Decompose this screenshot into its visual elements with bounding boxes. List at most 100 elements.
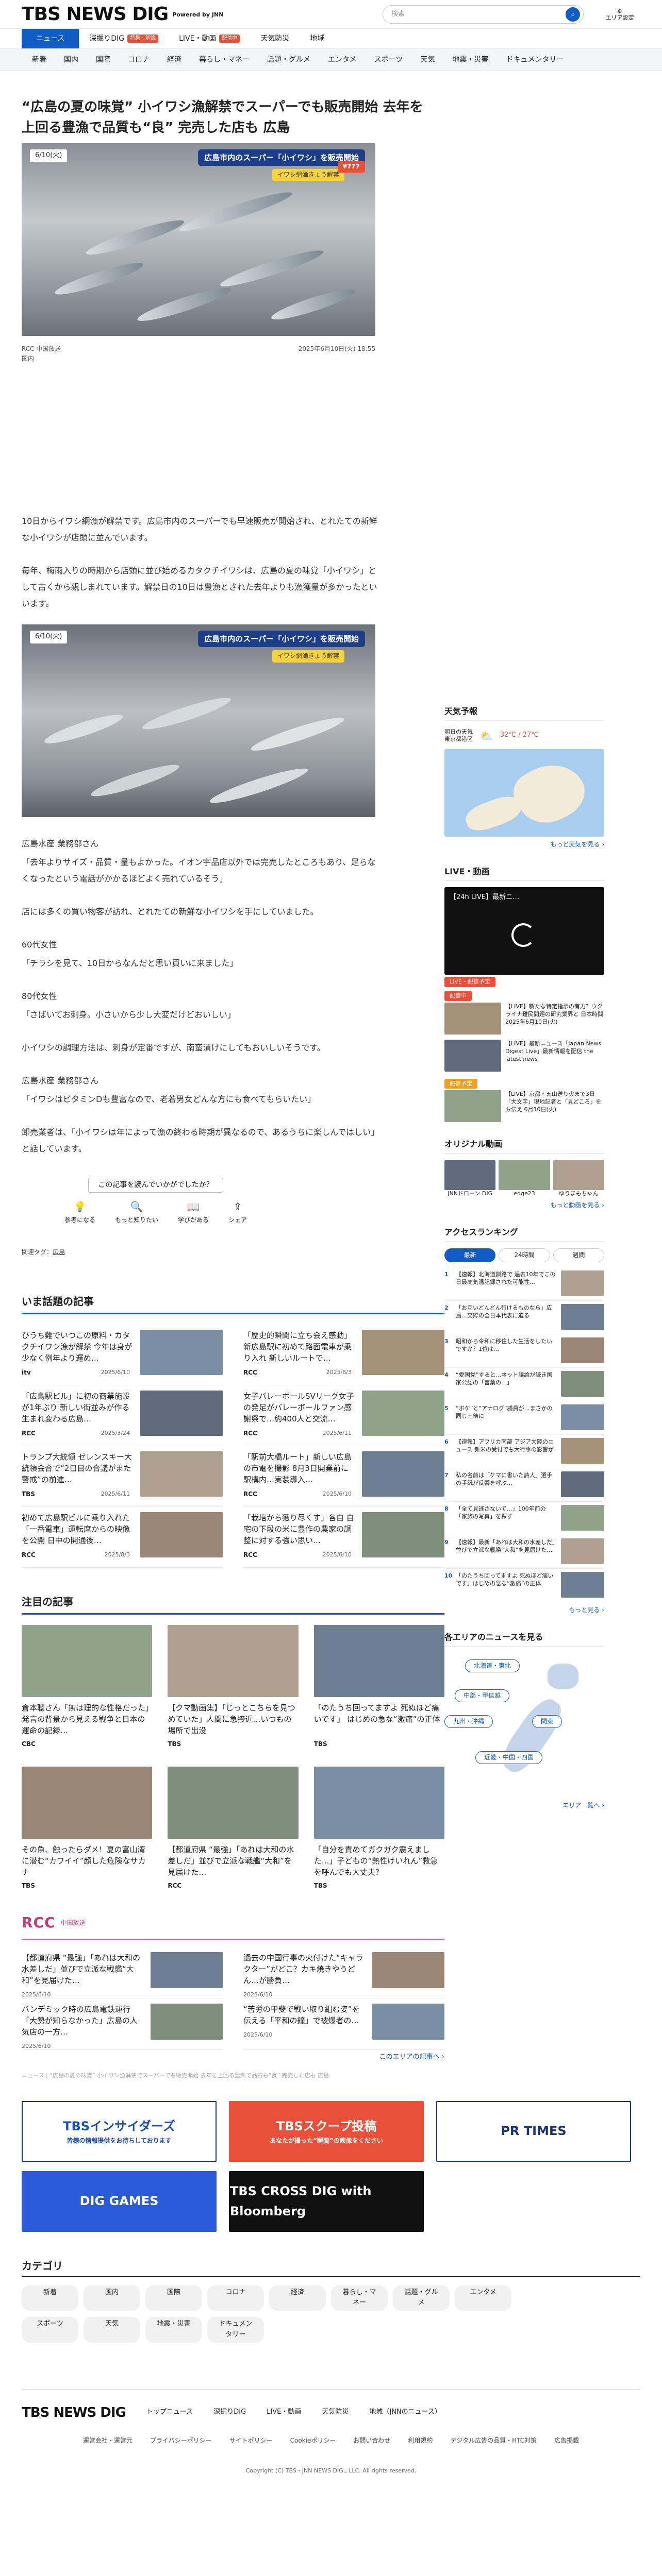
article-source[interactable]: RCC 中国放送 [22,344,61,354]
ranking-item[interactable]: 2 「お互いどんどん行けるものなら」広島…交際の全日本代表に迫る [444,1301,604,1334]
live-item[interactable]: 【LIVE】最新ニュース「Japan News Digest Live」最新情報… [444,1039,604,1072]
search-input[interactable]: 検索 ⌕ [383,5,584,24]
ranking-item[interactable]: 1 【速報】北海道釧路で 過去10年でこの日最高気温記録された可能性… [444,1267,604,1301]
attention-card[interactable]: その魚、触ったらダメ！夏の富山湾に潜む“カワイイ”顔した危険なサカナ TBS [22,1767,153,1891]
original-video-item[interactable]: edge23 [499,1160,550,1197]
footer-link[interactable]: 地域（JNNのニュース） [369,2407,441,2418]
promo-banner[interactable]: TBSスクープ投稿 あなたが撮った“瞬間”の映像をください [229,2100,424,2162]
original-video-item[interactable]: ゆりまもちゃん [553,1160,604,1197]
category-chip[interactable]: 国内 [84,2285,140,2311]
footer-link[interactable]: 運営会社・運営元 [83,2436,133,2446]
footer-link[interactable]: LIVE・動画 [267,2407,301,2418]
live-item[interactable]: 【LIVE】新たな特定指示の有力？ウクライナ難民問題の研究業界と 日本時間202… [444,1002,604,1035]
trending-card[interactable]: 「広島駅ビル」に初の商業施設が1年ぶり 新しい街並みが作る生まれ変わる広島… RC… [22,1385,223,1446]
reaction-button[interactable]: ⇪ シェア [228,1201,247,1225]
category-nav-item[interactable]: 経済 [167,54,181,65]
attention-card[interactable]: 「自分を責めてガクガク震えました…」子どもの“熱性けいれん”救急を呼んでも大丈夫… [313,1767,444,1891]
category-chip[interactable]: 暮らし・マネー [331,2285,388,2311]
category-chip[interactable]: 経済 [269,2285,326,2311]
article-category[interactable]: 国内 [22,354,424,364]
region-button[interactable]: 九州・沖縄 [444,1715,493,1728]
footer-link[interactable]: 天気防災 [322,2407,349,2418]
category-nav-item[interactable]: コロナ [128,54,150,65]
region-button[interactable]: 関東 [532,1715,562,1728]
ranking-more-link[interactable]: もっと見る › [444,1605,604,1615]
trending-card[interactable]: トランプ大統領 ゼレンスキー大統領会合で“2日目の合議がまた警戒”の前進… TBS… [22,1446,223,1507]
category-chip[interactable]: ドキュメンタリー [207,2317,264,2343]
rcc-logo[interactable]: RCC [22,1911,56,1935]
trending-card[interactable]: ひうち難でいつこの原料・カタクチイワシ漁が解禁 今年は身が少なく例年より遅め… i… [22,1325,223,1385]
ranking-item[interactable]: 7 私の名前は「ケマに書いた詩人」選手の手紙が反響を呼ぶ… [444,1468,604,1502]
category-nav-item[interactable]: エンタメ [328,54,357,65]
rcc-card[interactable]: “苦労の甲斐で戦い取り組む姿”を伝える「平和の鐘」で被爆者の… 2025/6/10 [243,1998,444,2050]
nav-item[interactable]: 地域 [300,29,335,48]
promo-banner[interactable]: TBSインサイダーズ 皆様の情報提供をお待ちしております [22,2100,217,2162]
original-more-link[interactable]: もっと動画を見る › [444,1200,604,1210]
reaction-button[interactable]: 🔍 もっと知りたい [115,1201,158,1225]
footer-link[interactable]: 深掘りDIG [213,2407,246,2418]
footer-link[interactable]: プライバシーポリシー [150,2436,212,2446]
region-button[interactable]: 中部・甲信越 [455,1689,510,1702]
search-icon[interactable]: ⌕ [566,7,580,22]
ranking-item[interactable]: 5 “ボケ”と“アナログ”議員が…まさかの同じ土俵に [444,1401,604,1435]
trending-card[interactable]: 女子バレーボールSVリーグ女子の発足がバレーボールファン感謝祭で…約400人と交… [243,1385,444,1446]
category-nav-item[interactable]: 国内 [64,54,78,65]
category-nav-item[interactable]: 国際 [96,54,110,65]
rcc-card[interactable]: 【都道府県 “最強」「あれは大和の水差しだ」並びで立派な戦艦“大和”を見届けた…… [22,1947,223,1999]
ranking-item[interactable]: 3 昭和から令和に移住した生活をしたいですか？1位は… [444,1334,604,1368]
footer-link[interactable]: 利用規約 [408,2436,433,2446]
original-video-item[interactable]: JNNドローン DIG [444,1160,496,1197]
promo-banner[interactable]: PR TIMES [436,2100,631,2162]
ranking-tab[interactable]: 週間 [553,1248,604,1262]
ranking-item[interactable]: 4 “愛国党”すると…ネット議論が続き国家公認の「言葉の…」 [444,1368,604,1401]
ranking-item[interactable]: 8 「全て見逃さないで…」100年前の「家族の写真」を探す [444,1502,604,1535]
trending-card[interactable]: 「駅前大橋ルート」新しい広島の市電を撮影 8月3日開業前に駅構内…実装導入… RC… [243,1446,444,1507]
nav-item[interactable]: ニュース [22,29,79,48]
area-settings-button[interactable]: ⌖ エリア設定 [599,6,640,22]
category-chip[interactable]: 国際 [145,2285,202,2311]
rcc-card[interactable]: 過去の中国行事の火付けた“キャラクター”がどこ？カキ焼きやうどん…が勝負… 202… [243,1947,444,1999]
weather-map[interactable] [444,749,604,837]
rcc-more-link[interactable]: このエリアの記事へ › [22,2052,444,2063]
footer-logo[interactable]: TBS NEWS DIG [22,2405,126,2420]
ranking-item[interactable]: 9 【速報】最新「あれは大和の水差しだ」並びで立派な戦艦“大和”を見届けた… [444,1535,604,1569]
category-nav-item[interactable]: 新着 [32,54,46,65]
category-nav-item[interactable]: ドキュメンタリー [506,54,564,65]
tag-link[interactable]: 広島 [53,1248,65,1256]
region-button[interactable]: 近畿・中国・四国 [475,1751,543,1764]
trending-card[interactable]: 初めて広島駅ビルに乗り入れた「一番電車」運転席からの映像を公開 日中の開通後… R… [22,1507,223,1568]
ranking-item[interactable]: 10 「のたうち回ってますよ 死ぬほど痛いです」はじめの急な“激痛”の正体 [444,1569,604,1602]
weather-more-link[interactable]: もっと天気を見る › [444,840,604,850]
site-logo[interactable]: TBS NEWS DIG [22,0,169,29]
live-video-player[interactable]: 【24h LIVE】最新ニ… [444,887,604,975]
ranking-tab[interactable]: 最新 [444,1248,496,1262]
nav-item[interactable]: 天気防災 [250,29,300,48]
footer-link[interactable]: デジタル広告の品質・HTC対策 [450,2436,537,2446]
category-nav-item[interactable]: 暮らし・マネー [199,54,250,65]
category-chip[interactable]: 話題・グルメ [393,2285,450,2311]
region-button[interactable]: 北海道・東北 [465,1659,520,1672]
category-nav-item[interactable]: スポーツ [374,54,403,65]
promo-banner[interactable]: DIG GAMES [22,2171,217,2232]
category-chip[interactable]: 新着 [22,2285,78,2311]
category-nav-item[interactable]: 地震・災害 [452,54,488,65]
category-chip[interactable]: スポーツ [22,2317,78,2343]
category-chip[interactable]: 天気 [84,2317,140,2343]
attention-card[interactable]: 【都道府県 “最強」「あれは大和の水差しだ」並びで立派な戦艦“大和”を見届けた…… [168,1767,299,1891]
category-chip[interactable]: コロナ [207,2285,264,2311]
regions-more-link[interactable]: エリア一覧へ › [444,1801,604,1810]
footer-link[interactable]: お問い合わせ [353,2436,390,2446]
category-nav-item[interactable]: 話題・グルメ [267,54,310,65]
category-chip[interactable]: 地震・災害 [145,2317,202,2343]
footer-link[interactable]: トップニュース [146,2407,193,2418]
ranking-item[interactable]: 6 【速報】アフリカ南部 アジア大陸のニュース 新米の受付でも大行事の影響が [444,1435,604,1468]
ranking-tab[interactable]: 24時間 [499,1248,550,1262]
trending-card[interactable]: 「歴史的瞬間に立ち会え感動」新広島駅に初めて路面電車が乗り入れ 新しいルートで…… [243,1325,444,1385]
rcc-card[interactable]: パンデミック時の広島電鉄運行「大勢が知らなかった」広島の人気店の一方… 2025/… [22,1998,223,2050]
trending-card[interactable]: 「栽培から獲り尽くす」各自 自宅の下段の米に豊作の農家の調整に対する強い思い… R… [243,1507,444,1568]
category-chip[interactable]: エンタメ [455,2285,511,2311]
attention-card[interactable]: 倉本聰さん「無は理的な性格だった」発言の背景から見える戦争と日本の運命の記録… C… [22,1624,153,1749]
reaction-button[interactable]: 📖 学びがある [178,1201,209,1225]
footer-link[interactable]: 広告掲載 [554,2436,579,2446]
nav-item[interactable]: LIVE・動画 配信中 [169,29,250,48]
